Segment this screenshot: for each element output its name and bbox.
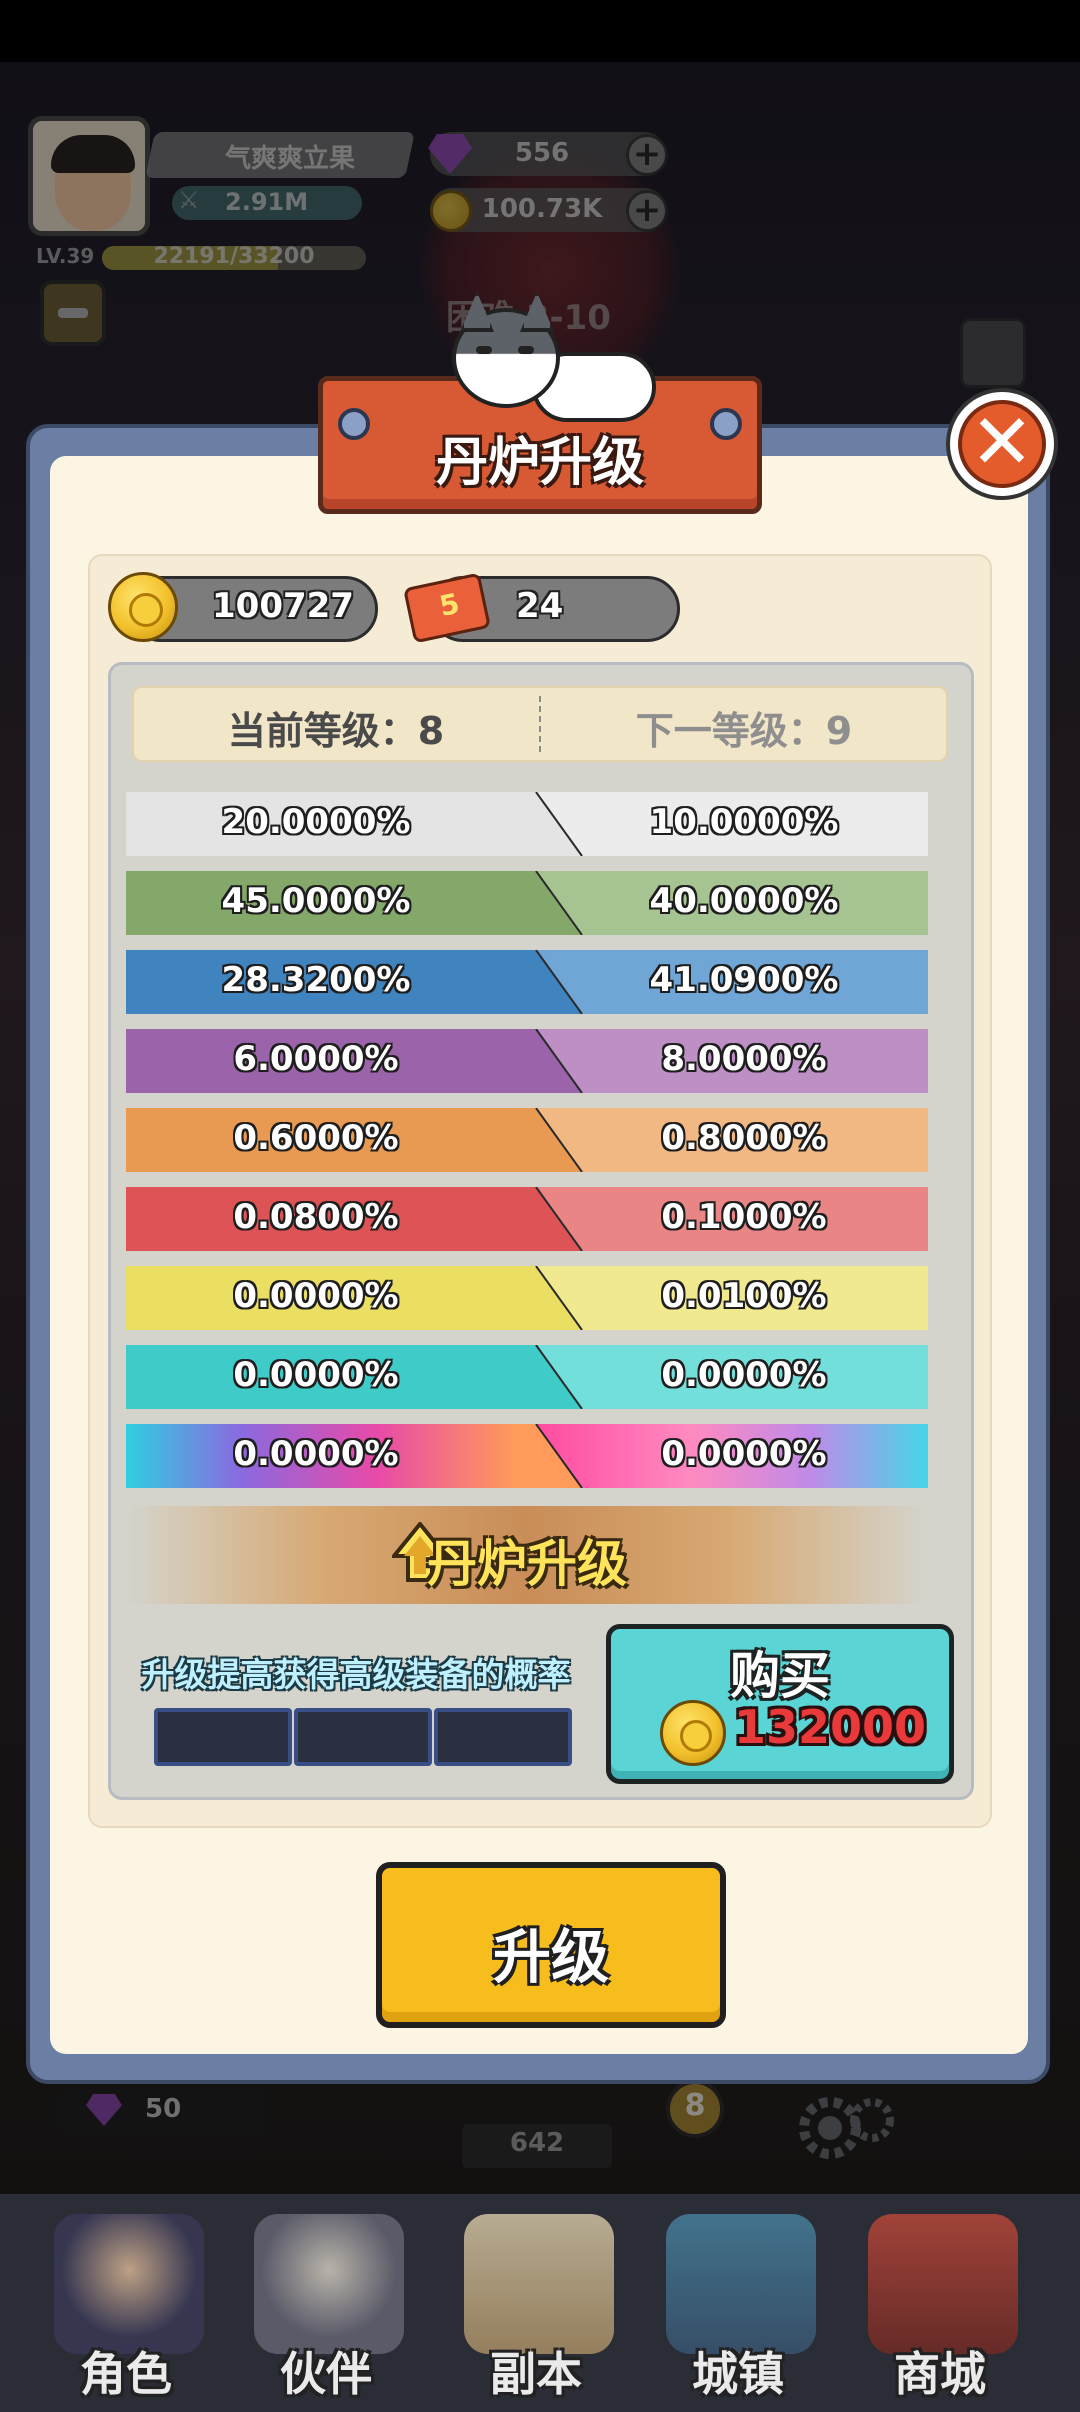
rate-row: 20.0000% 10.0000% (126, 792, 928, 856)
nav-shop[interactable]: 商城 (850, 2206, 1030, 2402)
rate-row: 0.6000% 0.8000% (126, 1108, 928, 1172)
progress-segment (154, 1708, 292, 1766)
rate-next-value: 8.0000% (661, 1039, 827, 1079)
rate-current-value: 0.6000% (233, 1118, 399, 1158)
rate-current-value: 28.3200% (221, 960, 411, 1000)
rate-current-value: 0.0000% (233, 1276, 399, 1316)
close-icon[interactable]: ✕ (958, 398, 1046, 486)
rate-current-value: 45.0000% (221, 881, 411, 921)
nav-character[interactable]: 角色 (36, 2206, 216, 2402)
nav-label: 城镇 (692, 2347, 784, 2401)
rate-row: 0.0000% 0.0000% (126, 1345, 928, 1409)
rate-current-value: 0.0000% (233, 1434, 399, 1474)
upgrade-hint: 升级提高获得高级装备的概率 (141, 1655, 571, 1694)
rate-next-value: 0.0000% (661, 1355, 827, 1395)
rate-next-value: 0.8000% (661, 1118, 827, 1158)
rate-next-value: 0.0100% (661, 1276, 827, 1316)
ticket-count: 24 (516, 586, 564, 626)
nav-label: 商城 (894, 2347, 986, 2401)
rate-current-value: 0.0000% (233, 1355, 399, 1395)
rate-row: 28.3200% 41.0900% (126, 950, 928, 1014)
town-icon (666, 2214, 816, 2354)
ticket-badge: 5 (436, 586, 463, 624)
nav-dungeon[interactable]: 副本 (446, 2206, 626, 2402)
rate-next-value: 0.1000% (661, 1197, 827, 1237)
rate-row: 45.0000% 40.0000% (126, 871, 928, 935)
status-bar (0, 0, 1080, 62)
rate-current-value: 0.0800% (233, 1197, 399, 1237)
progress-segment (294, 1708, 432, 1766)
shop-icon (868, 2214, 1018, 2354)
coin-icon (660, 1700, 726, 1766)
progress-segment (434, 1708, 572, 1766)
rate-row: 6.0000% 8.0000% (126, 1029, 928, 1093)
rate-row: 0.0800% 0.1000% (126, 1187, 928, 1251)
rate-row: 0.0000% 0.0100% (126, 1266, 928, 1330)
rate-current-value: 20.0000% (221, 802, 411, 842)
nav-label: 伙伴 (280, 2347, 372, 2401)
rate-next-value: 0.0000% (661, 1434, 827, 1474)
upgrade-strip-label: 丹炉升级 (427, 1534, 627, 1593)
rate-next-value: 41.0900% (649, 960, 839, 1000)
buy-price: 132000 (734, 1700, 927, 1754)
dialog-title: 丹炉升级 (435, 432, 644, 493)
coin-icon (108, 572, 178, 642)
nav-label: 角色 (80, 2347, 172, 2401)
upgrade-button-label: 升级 (492, 1923, 609, 1991)
rate-next-value: 10.0000% (649, 802, 839, 842)
current-level: 当前等级：8 (227, 709, 445, 753)
character-icon (54, 2214, 204, 2354)
rate-current-value: 6.0000% (233, 1039, 399, 1079)
nav-label: 副本 (490, 2347, 582, 2401)
dungeon-icon (464, 2214, 614, 2354)
partner-icon (254, 2214, 404, 2354)
husky-eye (476, 346, 492, 354)
husky-mascot (452, 292, 658, 428)
rate-row: 0.0000% 0.0000% (126, 1424, 928, 1488)
buy-button-label: 购买 (730, 1646, 830, 1705)
rate-next-value: 40.0000% (649, 881, 839, 921)
nav-town[interactable]: 城镇 (648, 2206, 828, 2402)
next-level: 下一等级：9 (635, 709, 853, 753)
husky-eye (518, 346, 534, 354)
nav-partner[interactable]: 伙伴 (236, 2206, 416, 2402)
coin-balance: 100727 (212, 586, 354, 626)
